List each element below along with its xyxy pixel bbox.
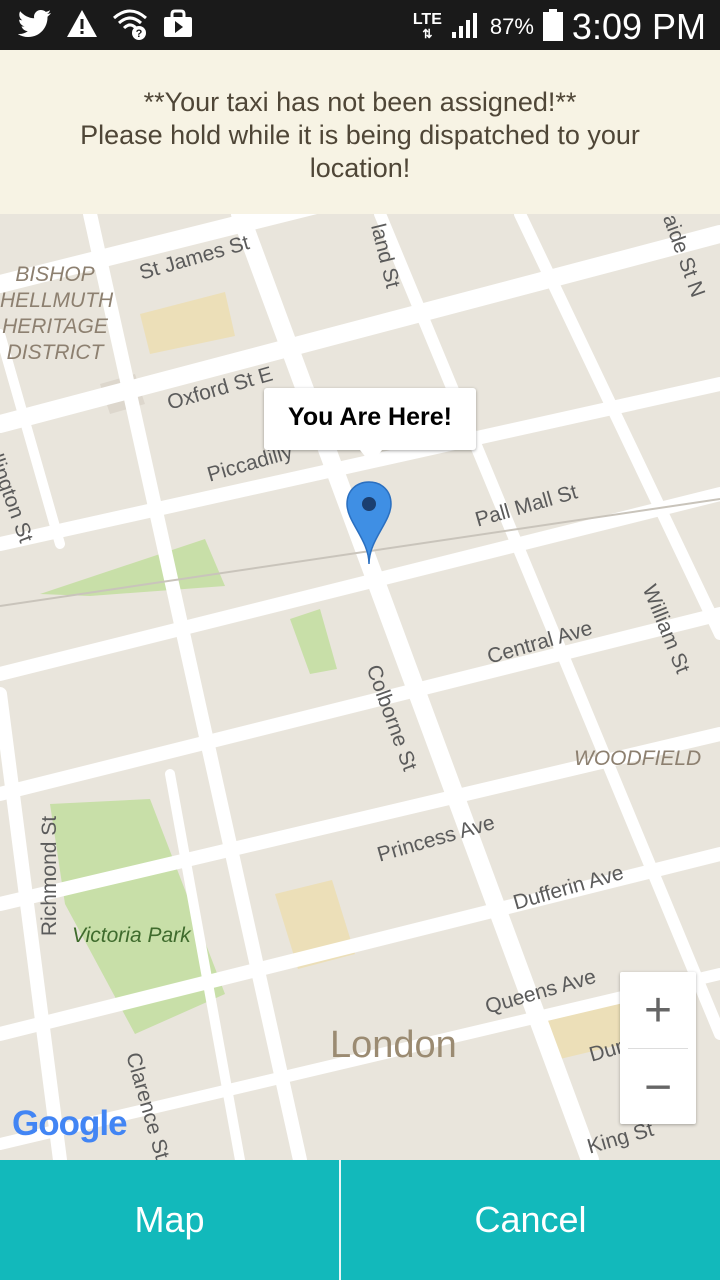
banner-message-line: location! <box>309 153 411 183</box>
map-button[interactable]: Map <box>0 1160 339 1280</box>
lte-indicator: LTE ⇅ <box>412 11 442 42</box>
wifi-question-icon: ? <box>112 8 148 45</box>
park-label: Victoria Park <box>72 924 191 947</box>
zoom-controls: + − <box>620 972 696 1124</box>
district-label-bishop-hellmuth: BISHOP HELLMUTH HERITAGE DISTRICT <box>0 263 114 364</box>
banner-title: **Your taxi has not been assigned!** <box>143 87 577 117</box>
warning-icon <box>66 9 98 44</box>
banner-message-line: Please hold while it is being dispatched… <box>80 120 640 150</box>
zoom-out-button[interactable]: − <box>620 1049 696 1125</box>
battery-percent: 87% <box>489 14 534 39</box>
svg-text:?: ? <box>136 28 143 40</box>
district-label-woodfield: WOODFIELD <box>574 747 702 770</box>
store-bag-icon <box>162 9 194 44</box>
taxi-status-banner: **Your taxi has not been assigned!** Ple… <box>0 50 720 214</box>
clock: 3:09 PM <box>571 6 706 47</box>
twitter-icon <box>17 9 52 44</box>
location-callout[interactable]: You Are Here! <box>264 388 476 464</box>
google-logo-text: Google <box>12 1104 128 1143</box>
google-attribution-logo: Google <box>12 1104 128 1144</box>
street-label-richmond: Richmond St <box>38 815 62 937</box>
city-label: London <box>330 1024 457 1066</box>
status-bar: ? LTE ⇅ 87% 3:09 PM <box>0 0 720 50</box>
signal-icon <box>450 10 482 45</box>
battery-icon <box>542 8 564 47</box>
zoom-in-button[interactable]: + <box>620 972 696 1048</box>
map-view[interactable]: St James St Oxford St E Piccadilly Pall … <box>0 214 720 1160</box>
cancel-button[interactable]: Cancel <box>341 1160 720 1280</box>
bottom-action-bar: Map Cancel <box>0 1160 720 1280</box>
